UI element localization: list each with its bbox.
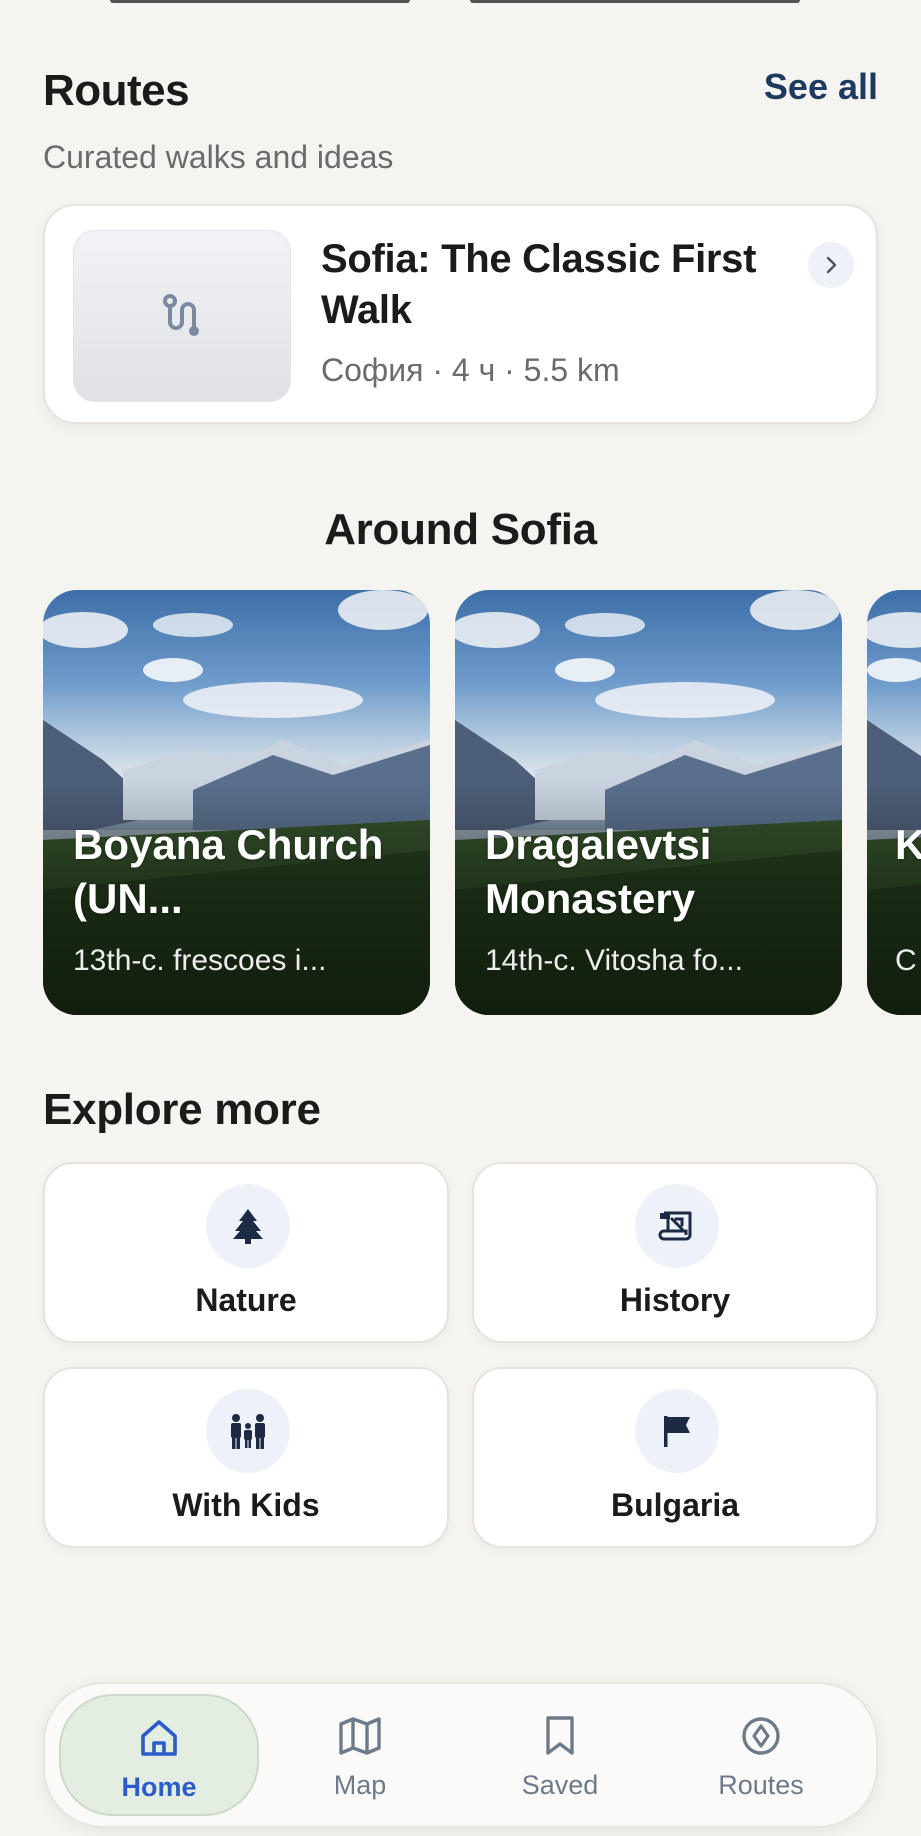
place-description: C xyxy=(895,944,917,977)
place-description: 14th-c. Vitosha fo... xyxy=(485,944,743,977)
nav-map[interactable]: Map xyxy=(260,1694,460,1816)
routes-section-title: Routes xyxy=(43,66,190,115)
place-card[interactable]: K v C xyxy=(867,590,921,1015)
compass-icon xyxy=(661,1714,861,1758)
bottom-navigation: Home Map Saved Routes xyxy=(43,1682,878,1828)
nav-label: Map xyxy=(333,1770,387,1800)
explore-tile-label: With Kids xyxy=(172,1487,320,1523)
nav-label: Routes xyxy=(718,1770,804,1800)
route-path-icon xyxy=(163,294,199,336)
nav-label: Saved xyxy=(521,1770,599,1800)
explore-tile-history[interactable]: History xyxy=(472,1162,878,1343)
route-title: Sofia: The Classic First Walk xyxy=(321,237,757,332)
chevron-right-icon[interactable] xyxy=(808,242,854,288)
home-icon xyxy=(61,1716,257,1760)
route-thumbnail xyxy=(73,230,291,402)
place-name: Dragalevtsi Monastery xyxy=(485,821,712,922)
see-all-link[interactable]: See all xyxy=(764,66,878,108)
place-card[interactable]: Dragalevtsi Monastery 14th-c. Vitosha fo… xyxy=(455,590,842,1015)
nav-saved[interactable]: Saved xyxy=(460,1694,660,1816)
explore-tile-label: Nature xyxy=(195,1282,297,1318)
places-carousel[interactable]: Boyana Church (UN... 13th-c. frescoes i.… xyxy=(0,590,921,1015)
explore-tile-with-kids[interactable]: With Kids xyxy=(43,1367,449,1548)
history-scroll-icon xyxy=(635,1184,719,1268)
nav-home[interactable]: Home xyxy=(59,1694,259,1816)
nav-label: Home xyxy=(121,1772,197,1802)
routes-section-subtitle: Curated walks and ideas xyxy=(43,139,394,175)
route-card[interactable]: Sofia: The Classic First Walk София · 4 … xyxy=(43,204,878,424)
flag-icon xyxy=(635,1389,719,1473)
place-card[interactable]: Boyana Church (UN... 13th-c. frescoes i.… xyxy=(43,590,430,1015)
nav-routes[interactable]: Routes xyxy=(661,1694,861,1816)
map-icon xyxy=(260,1714,460,1758)
explore-tile-label: History xyxy=(619,1282,731,1318)
top-scroll-edge xyxy=(0,0,921,6)
place-description: 13th-c. frescoes i... xyxy=(73,944,327,977)
explore-section-title: Explore more xyxy=(43,1085,321,1134)
around-section-title: Around Sofia xyxy=(324,505,597,554)
route-meta: София · 4 ч · 5.5 km xyxy=(321,352,620,388)
bookmark-icon xyxy=(460,1714,660,1758)
place-name: K v xyxy=(895,821,921,868)
explore-tile-nature[interactable]: Nature xyxy=(43,1162,449,1343)
place-name: Boyana Church (UN... xyxy=(73,821,384,922)
tree-icon xyxy=(206,1184,290,1268)
explore-tile-label: Bulgaria xyxy=(610,1487,740,1523)
explore-tile-bulgaria[interactable]: Bulgaria xyxy=(472,1367,878,1548)
family-icon xyxy=(206,1389,290,1473)
